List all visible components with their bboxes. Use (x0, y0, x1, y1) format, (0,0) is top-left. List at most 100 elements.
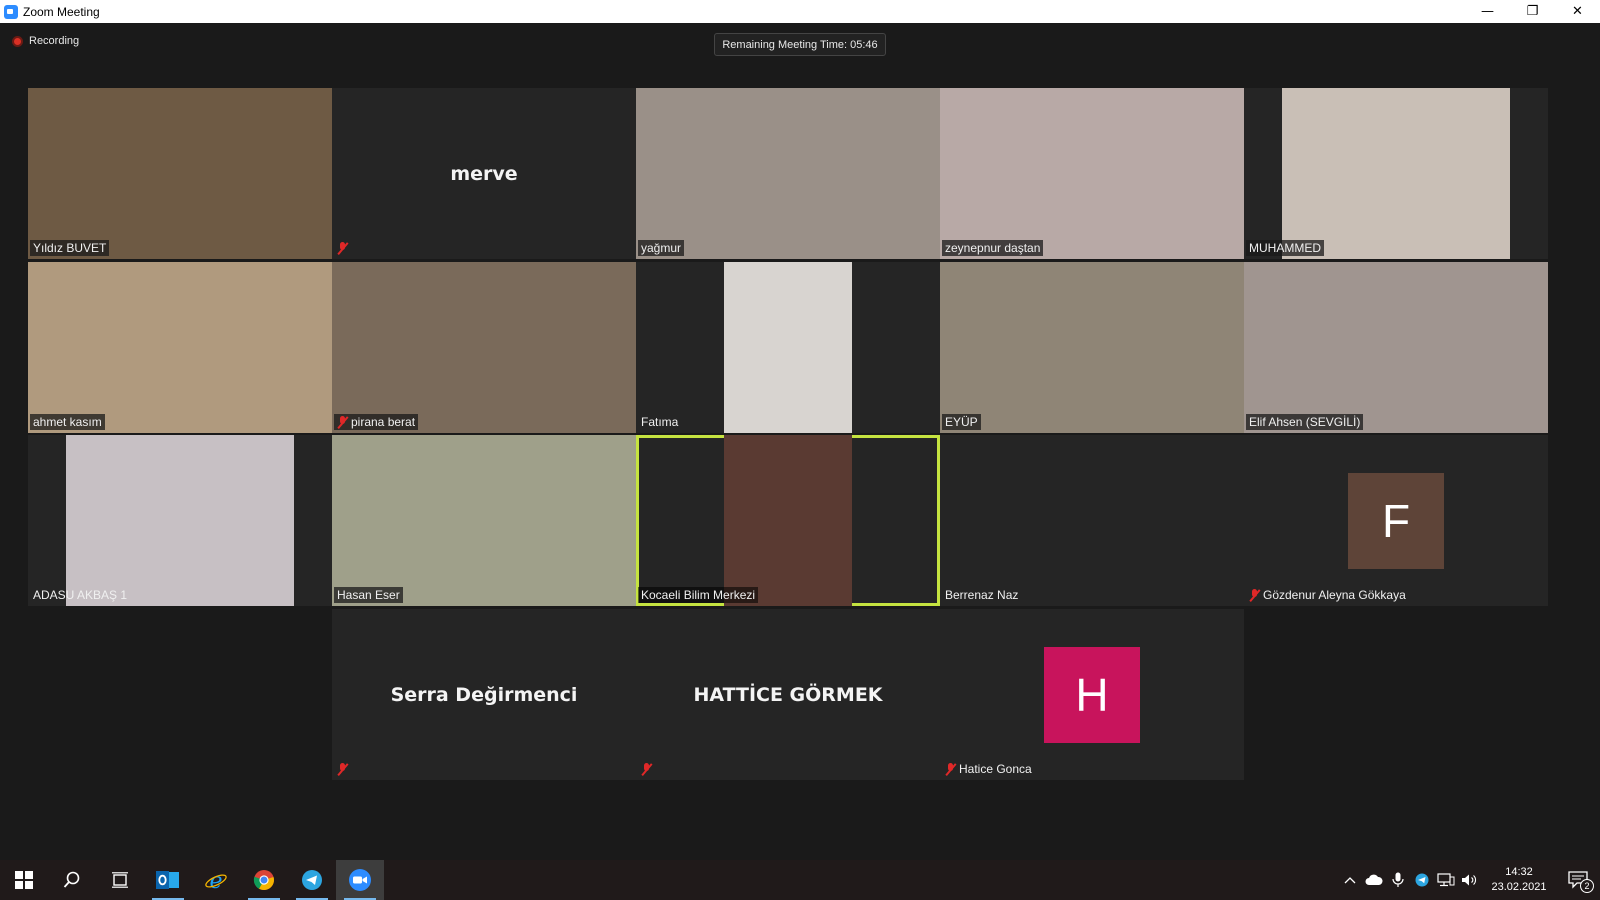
participant-tile[interactable]: Elif Ahsen (SEVGİLİ) (1244, 262, 1548, 433)
taskbar-app-chrome[interactable] (240, 860, 288, 900)
participant-tile[interactable]: Berrenaz Naz (940, 435, 1244, 606)
mic-muted-icon (641, 763, 652, 776)
telegram-tray-icon (1415, 873, 1429, 887)
participant-tile[interactable]: Hasan Eser (332, 435, 636, 606)
participant-tile[interactable]: F Gözdenur Aleyna Gökkaya (1244, 435, 1548, 606)
participant-name: Hatice Gonca (959, 762, 1032, 776)
participant-namebar (334, 762, 351, 777)
participant-tile[interactable]: ahmet kasım (28, 262, 332, 433)
restore-button[interactable]: ❐ (1510, 0, 1555, 23)
participant-namebar: yağmur (638, 240, 685, 256)
taskbar-app-outlook[interactable] (144, 860, 192, 900)
zoom-icon (349, 869, 371, 891)
participant-name: ADASU AKBAŞ 1 (33, 588, 128, 602)
participant-namebar: Berrenaz Naz (942, 587, 1021, 603)
taskbar-app-telegram[interactable] (288, 860, 336, 900)
task-view-button[interactable] (96, 860, 144, 900)
participant-tile[interactable]: ADASU AKBAŞ 1 (28, 435, 332, 606)
participant-tile[interactable]: Fatıma (636, 262, 940, 433)
recording-dot-icon (12, 35, 23, 47)
participant-name: pirana berat (351, 415, 416, 429)
recording-indicator[interactable]: Recording (12, 35, 79, 47)
participant-name: Fatıma (641, 415, 679, 429)
title-bar: Zoom Meeting — ❐ ✕ (0, 0, 1600, 23)
participant-name: Kocaeli Bilim Merkezi (641, 588, 756, 602)
search-button[interactable] (48, 860, 96, 900)
window-controls: — ❐ ✕ (1465, 0, 1600, 23)
network-icon (1437, 873, 1455, 887)
participant-tile-active-speaker[interactable]: Kocaeli Bilim Merkezi (636, 435, 940, 606)
windows-logo-icon (15, 871, 33, 889)
participant-display-name: HATTİCE GÖRMEK (693, 683, 883, 706)
mic-muted-icon (337, 242, 348, 255)
recording-label: Recording (29, 35, 80, 47)
participant-tile[interactable]: yağmur (636, 88, 940, 259)
close-button[interactable]: ✕ (1555, 0, 1600, 23)
participant-video (1282, 88, 1510, 259)
participant-video (724, 262, 852, 433)
internet-explorer-icon: e (205, 869, 227, 892)
participant-tile[interactable]: merve (332, 88, 636, 259)
tray-network[interactable] (1434, 860, 1458, 900)
participant-video (332, 435, 636, 606)
meeting-area: Recording Remaining Meeting Time: 05:46 … (0, 23, 1600, 860)
remaining-time-banner: Remaining Meeting Time: 05:46 (714, 33, 886, 56)
taskbar-app-zoom[interactable] (336, 860, 384, 900)
participant-namebar: ADASU AKBAŞ 1 (30, 587, 130, 603)
participant-namebar: MUHAMMED (1246, 240, 1324, 256)
participant-namebar: ahmet kasım (30, 414, 105, 430)
chrome-icon (253, 870, 274, 891)
telegram-icon (302, 870, 322, 890)
participant-namebar: Fatıma (638, 414, 681, 430)
mic-muted-icon (1249, 588, 1260, 602)
participant-name: Berrenaz Naz (945, 588, 1019, 602)
participant-video (66, 435, 294, 606)
participant-tile[interactable]: H Hatice Gonca (940, 609, 1244, 780)
start-button[interactable] (0, 860, 48, 900)
participant-name: Gözdenur Aleyna Gökkaya (1263, 588, 1406, 602)
participant-video (332, 262, 636, 433)
tray-volume[interactable] (1458, 860, 1482, 900)
microphone-icon (1392, 872, 1404, 887)
participant-name: Hasan Eser (337, 588, 400, 602)
participant-namebar: pirana berat (334, 414, 419, 430)
participant-display-name: merve (450, 162, 518, 185)
participant-tile[interactable]: Yıldız BUVET (28, 88, 332, 259)
participant-video (28, 88, 332, 259)
window-title: Zoom Meeting (23, 4, 100, 19)
participant-name: yağmur (641, 241, 682, 255)
participant-name: Yıldız BUVET (33, 241, 107, 255)
participant-tile[interactable]: Serra Değirmenci (332, 609, 636, 780)
participant-video (636, 88, 940, 259)
participant-tile[interactable]: zeynepnur daştan (940, 88, 1244, 259)
participant-tile[interactable]: pirana berat (332, 262, 636, 433)
participant-name: EYÜP (945, 415, 978, 429)
action-center-button[interactable]: 2 (1556, 860, 1600, 900)
participant-name: Elif Ahsen (SEVGİLİ) (1249, 415, 1361, 429)
tray-telegram[interactable] (1410, 860, 1434, 900)
cloud-icon (1365, 874, 1383, 885)
participant-display-name: Serra Değirmenci (390, 683, 578, 706)
notification-count-badge: 2 (1580, 879, 1594, 893)
participant-namebar: Elif Ahsen (SEVGİLİ) (1246, 414, 1364, 430)
participant-namebar: Hasan Eser (334, 587, 403, 603)
tray-overflow-button[interactable] (1338, 860, 1362, 900)
taskbar-app-internet-explorer[interactable]: e (192, 860, 240, 900)
tray-microphone[interactable] (1386, 860, 1410, 900)
system-tray: 14:32 23.02.2021 2 (1338, 860, 1600, 900)
participant-tile[interactable]: MUHAMMED (1244, 88, 1548, 259)
clock-time: 14:32 (1505, 866, 1533, 878)
minimize-button[interactable]: — (1465, 0, 1510, 23)
participant-namebar: zeynepnur daştan (942, 240, 1044, 256)
participant-tile[interactable]: HATTİCE GÖRMEK (636, 609, 940, 780)
taskbar-clock[interactable]: 14:32 23.02.2021 (1482, 865, 1556, 895)
participant-video (940, 262, 1244, 433)
chevron-up-icon (1344, 877, 1356, 884)
participant-tile[interactable]: EYÜP (940, 262, 1244, 433)
participant-namebar (638, 762, 655, 777)
participant-namebar (334, 241, 351, 256)
participant-namebar: Hatice Gonca (942, 761, 1035, 777)
participant-avatar: F (1348, 473, 1444, 569)
participant-name: zeynepnur daştan (945, 241, 1041, 255)
tray-onedrive[interactable] (1362, 860, 1386, 900)
